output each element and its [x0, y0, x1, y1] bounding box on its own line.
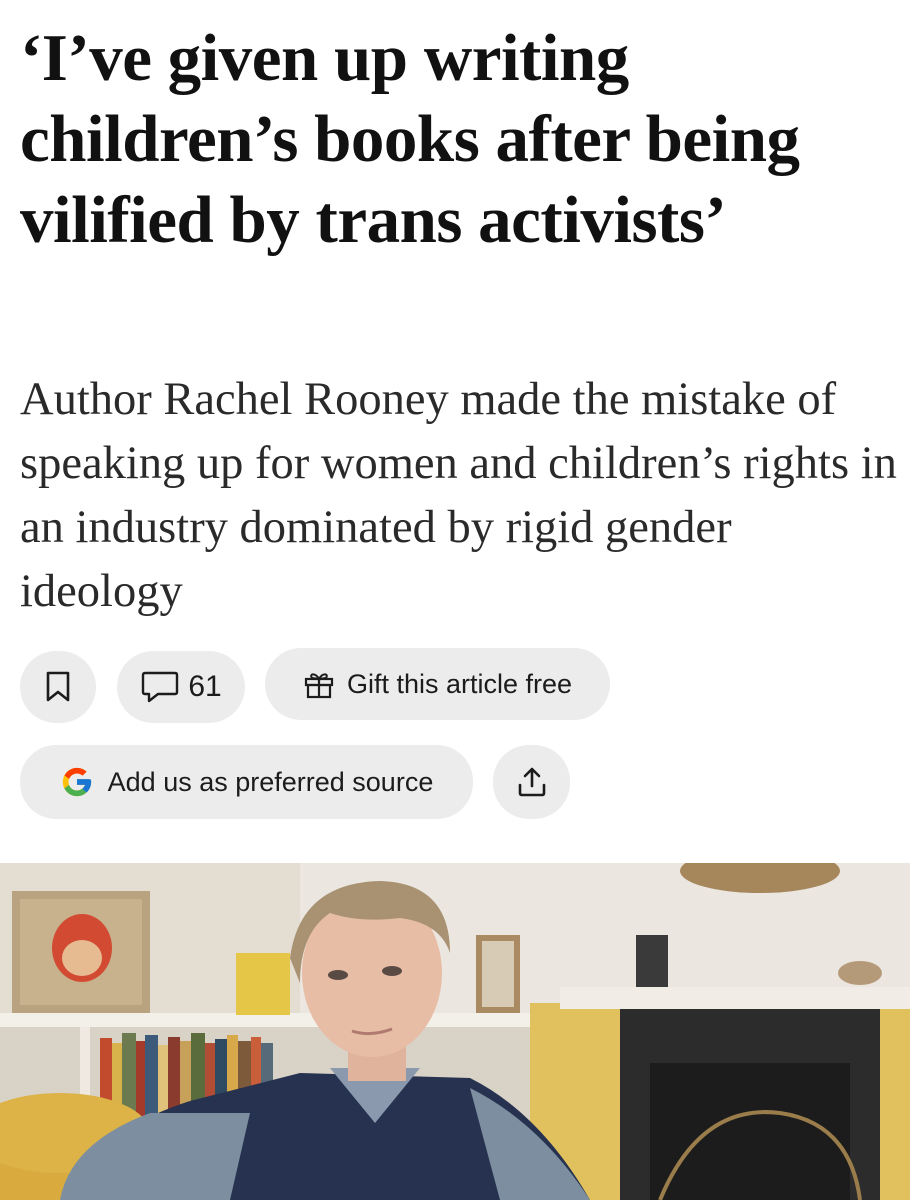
comments-button[interactable]: 61 — [117, 651, 245, 723]
share-button[interactable] — [493, 745, 570, 819]
gift-icon — [303, 668, 335, 700]
speech-bubble-icon — [140, 669, 180, 705]
share-upload-icon — [516, 766, 548, 798]
bookmark-button[interactable] — [20, 651, 96, 723]
comment-count: 61 — [188, 670, 222, 703]
article-standfirst: Author Rachel Rooney made the mistake of… — [20, 374, 897, 617]
gift-article-button[interactable]: Gift this article free — [265, 648, 610, 720]
preferred-source-label: Add us as preferred source — [107, 766, 434, 797]
article-headline: ‘I’ve given up writing children’s books … — [20, 21, 800, 257]
google-g-icon — [60, 765, 94, 799]
article-lead-image — [0, 863, 910, 1200]
gift-label: Gift this article free — [346, 668, 573, 699]
bookmark-icon — [45, 671, 71, 703]
preferred-source-button[interactable]: Add us as preferred source — [20, 745, 473, 819]
